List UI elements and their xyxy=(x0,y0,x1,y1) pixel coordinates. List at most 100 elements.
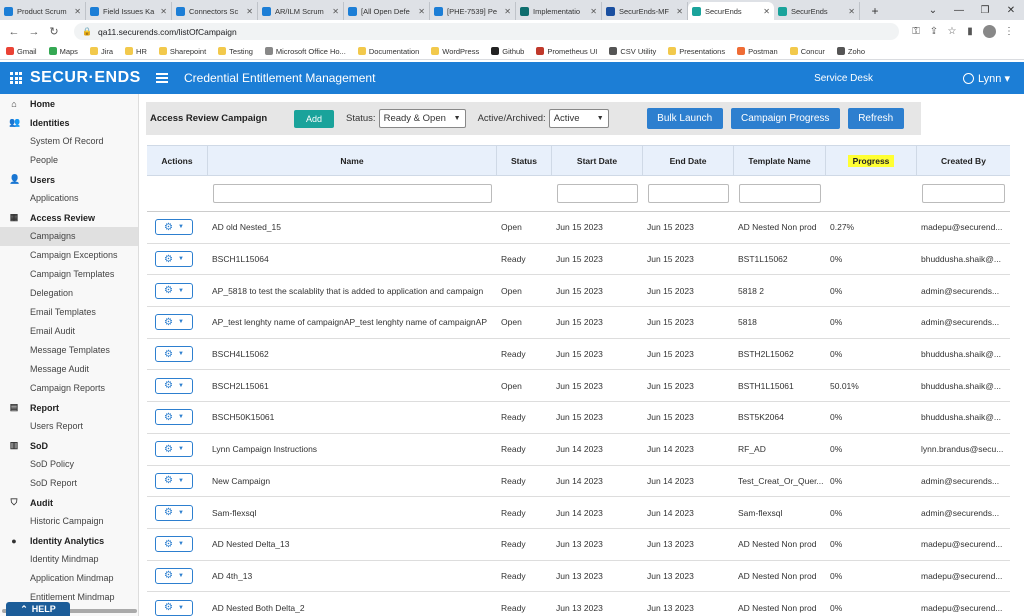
sidebar-section[interactable]: ● Identity Analytics xyxy=(0,531,138,550)
row-actions-button[interactable]: ⚙ ▼ xyxy=(155,282,193,299)
sidebar-item[interactable]: SoD Policy xyxy=(0,455,138,474)
sidebar-item[interactable]: System Of Record xyxy=(0,132,138,151)
end-date-filter-input[interactable] xyxy=(648,184,729,203)
bookmark-item[interactable]: CSV Utility xyxy=(609,47,656,56)
browser-tab[interactable]: SecurEnds ✕ xyxy=(688,2,774,20)
bulk-launch-button[interactable]: Bulk Launch xyxy=(646,108,723,129)
add-button[interactable]: Add xyxy=(294,109,334,128)
sidebar-item[interactable]: Application Mindmap xyxy=(0,569,138,588)
col-created-by[interactable]: Created By xyxy=(917,146,1010,175)
tab-close-icon[interactable]: ✕ xyxy=(418,7,425,16)
share-icon[interactable]: ⇪ xyxy=(925,26,943,37)
name-filter-input[interactable] xyxy=(213,184,492,203)
bookmark-item[interactable]: WordPress xyxy=(431,47,479,56)
row-actions-button[interactable]: ⚙ ▼ xyxy=(155,599,193,616)
col-start-date[interactable]: Start Date xyxy=(552,146,643,175)
sidebar-item[interactable]: Email Audit xyxy=(0,322,138,341)
refresh-button[interactable]: Refresh xyxy=(847,108,904,129)
row-actions-button[interactable]: ⚙ ▼ xyxy=(155,219,193,236)
star-icon[interactable]: ☆ xyxy=(943,26,961,37)
sidebar-item[interactable]: Identity Mindmap xyxy=(0,550,138,569)
sidebar-section[interactable]: ▤ Report xyxy=(0,398,138,417)
row-actions-button[interactable]: ⚙ ▼ xyxy=(155,472,193,489)
bookmark-item[interactable]: Postman xyxy=(737,47,778,56)
bookmark-item[interactable]: Sharepoint xyxy=(158,47,206,56)
browser-tab[interactable]: [PHE-7539] Pe ✕ xyxy=(430,2,516,20)
sidebar-section[interactable]: ▥ SoD xyxy=(0,436,138,455)
url-field[interactable]: 🔒 qa11.securends.com/listOfCampaign xyxy=(74,23,899,40)
service-desk-link[interactable]: Service Desk xyxy=(814,73,873,84)
browser-tab[interactable]: Field Issues Ka ✕ xyxy=(86,2,172,20)
sidebar-section[interactable]: ⌂ Home xyxy=(0,94,138,113)
new-tab-button[interactable]: + xyxy=(866,2,884,20)
help-button[interactable]: ⌃ HELP xyxy=(6,602,70,616)
bookmark-item[interactable]: Zoho xyxy=(836,47,865,56)
browser-tab[interactable]: SecurEnds ✕ xyxy=(774,2,860,20)
sidebar-item[interactable]: Historic Campaign xyxy=(0,512,138,531)
sidebar-item[interactable]: Message Templates xyxy=(0,341,138,360)
sidebar-section[interactable]: ⛉ Audit xyxy=(0,493,138,512)
start-date-filter-input[interactable] xyxy=(557,184,638,203)
bookmark-item[interactable]: Presentations xyxy=(668,47,725,56)
restore-icon[interactable]: ❐ xyxy=(972,5,998,16)
col-end-date[interactable]: End Date xyxy=(643,146,734,175)
template-filter-input[interactable] xyxy=(739,184,821,203)
user-menu[interactable]: Lynn ▾ xyxy=(962,72,1010,85)
sidebar-item[interactable]: SoD Report xyxy=(0,474,138,493)
col-actions[interactable]: Actions xyxy=(147,146,208,175)
bookmark-item[interactable]: Prometheus UI xyxy=(536,47,597,56)
sidebar-item[interactable]: Message Audit xyxy=(0,360,138,379)
col-name[interactable]: Name xyxy=(208,146,497,175)
browser-tab[interactable]: Product Scrum ✕ xyxy=(0,2,86,20)
bookmark-item[interactable]: HR xyxy=(125,47,147,56)
browser-tab[interactable]: Connectors Sc ✕ xyxy=(172,2,258,20)
bookmark-item[interactable]: Jira xyxy=(89,47,113,56)
minimize-icon[interactable]: — xyxy=(946,5,972,16)
sidebar-section[interactable]: ▦ Access Review xyxy=(0,208,138,227)
row-actions-button[interactable]: ⚙ ▼ xyxy=(155,536,193,553)
sidebar-item[interactable]: Campaigns xyxy=(0,227,138,246)
browser-tab[interactable]: AR/ILM Scrum ✕ xyxy=(258,2,344,20)
browser-tab[interactable]: SecurEnds-MF ✕ xyxy=(602,2,688,20)
forward-icon[interactable]: → xyxy=(26,26,42,38)
row-actions-button[interactable]: ⚙ ▼ xyxy=(155,346,193,363)
sidepanel-icon[interactable]: ▮ xyxy=(961,26,979,37)
sidebar-item[interactable]: Campaign Reports xyxy=(0,379,138,398)
bookmark-item[interactable]: Concur xyxy=(789,47,825,56)
row-actions-button[interactable]: ⚙ ▼ xyxy=(155,409,193,426)
tab-close-icon[interactable]: ✕ xyxy=(763,7,770,16)
sidebar-item[interactable]: Users Report xyxy=(0,417,138,436)
browser-tab[interactable]: Implementatio ✕ xyxy=(516,2,602,20)
sidebar-item[interactable]: Campaign Exceptions xyxy=(0,246,138,265)
sidebar-section[interactable]: 👤 Users xyxy=(0,170,138,189)
tab-close-icon[interactable]: ✕ xyxy=(504,7,511,16)
col-status[interactable]: Status xyxy=(497,146,552,175)
close-window-icon[interactable]: ✕ xyxy=(998,5,1024,16)
row-actions-button[interactable]: ⚙ ▼ xyxy=(155,377,193,394)
col-progress[interactable]: Progress xyxy=(826,146,917,175)
back-icon[interactable]: ← xyxy=(6,26,22,38)
tab-close-icon[interactable]: ✕ xyxy=(246,7,253,16)
profile-avatar[interactable] xyxy=(983,25,996,38)
bookmark-item[interactable]: Testing xyxy=(218,47,253,56)
status-select[interactable]: Ready & Open ▼ xyxy=(378,109,466,128)
row-actions-button[interactable]: ⚙ ▼ xyxy=(155,314,193,331)
tab-close-icon[interactable]: ✕ xyxy=(590,7,597,16)
campaign-progress-button[interactable]: Campaign Progress xyxy=(730,108,840,129)
row-actions-button[interactable]: ⚙ ▼ xyxy=(155,441,193,458)
bookmark-item[interactable]: Maps xyxy=(48,47,78,56)
sidebar-item[interactable]: Delegation xyxy=(0,284,138,303)
bookmark-item[interactable]: Gmail xyxy=(6,47,37,56)
tab-close-icon[interactable]: ✕ xyxy=(74,7,81,16)
sidebar-item[interactable]: People xyxy=(0,151,138,170)
col-template-name[interactable]: Template Name xyxy=(734,146,826,175)
sidebar-item[interactable]: Email Templates xyxy=(0,303,138,322)
archived-select[interactable]: Active ▼ xyxy=(548,109,609,128)
row-actions-button[interactable]: ⚙ ▼ xyxy=(155,251,193,268)
tab-close-icon[interactable]: ✕ xyxy=(676,7,683,16)
sidebar-section[interactable]: 👥 Identities xyxy=(0,113,138,132)
tab-close-icon[interactable]: ✕ xyxy=(160,7,167,16)
bookmark-item[interactable]: Microsoft Office Ho... xyxy=(264,47,346,56)
tab-close-icon[interactable]: ✕ xyxy=(848,7,855,16)
menu-icon[interactable]: ⋮ xyxy=(1000,26,1018,37)
